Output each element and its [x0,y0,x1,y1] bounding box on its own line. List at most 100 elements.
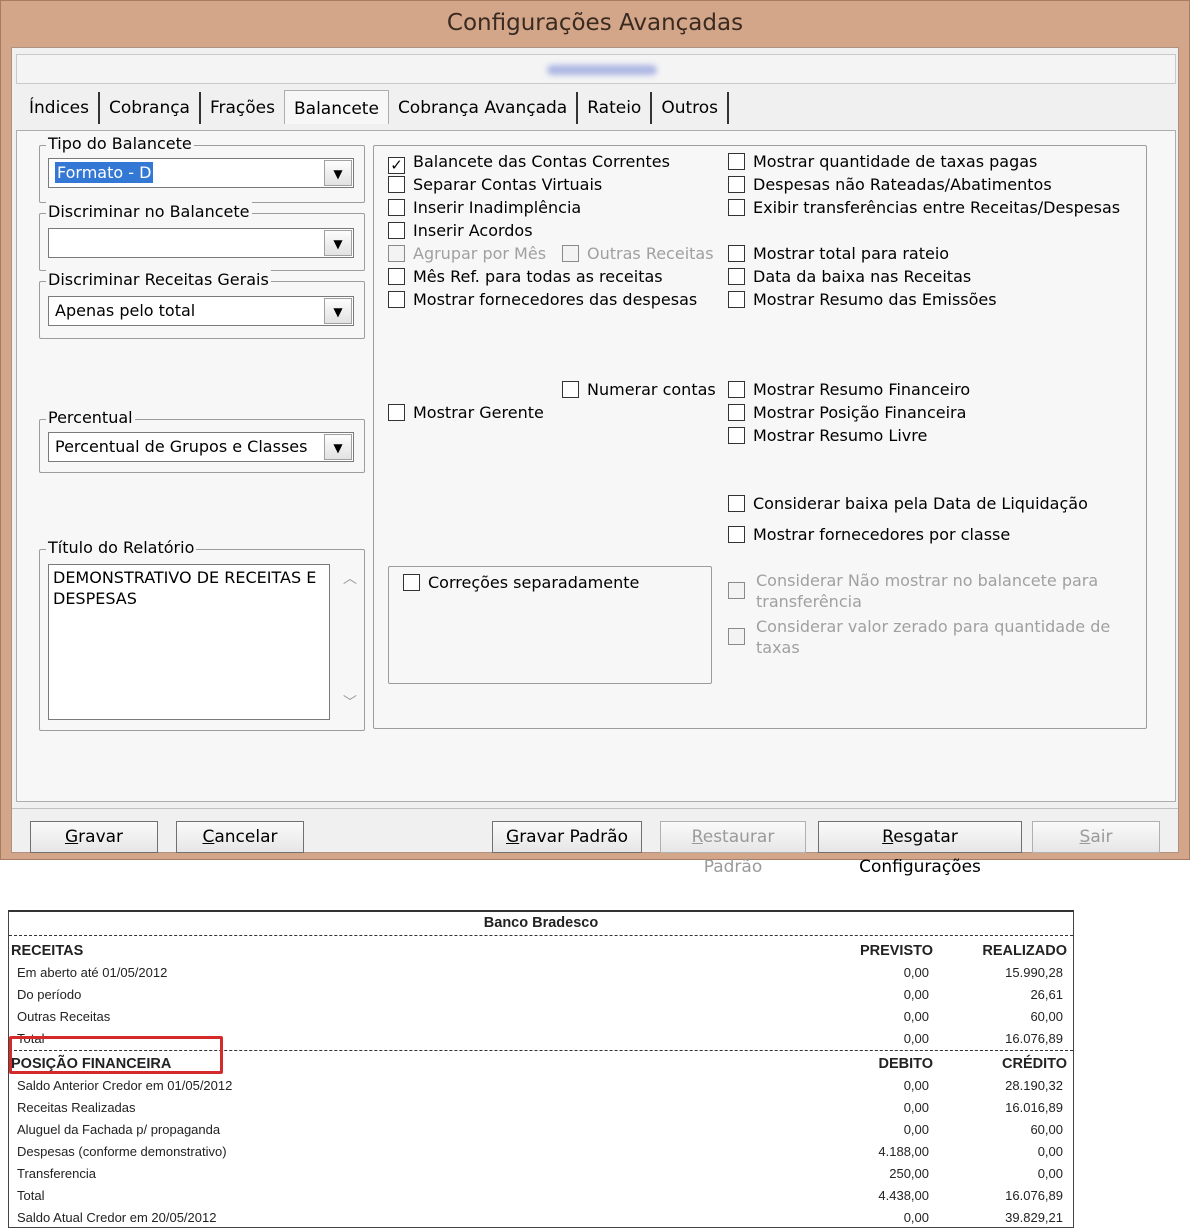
nao-mostrar-transferencia-checkbox: Considerar Não mostrar no balancete para… [728,570,1116,612]
chevron-down-icon[interactable]: ▼ [324,160,352,186]
row-value-1: 0,00 [903,1078,929,1093]
titulo-relatorio-legend: Título do Relatório [46,538,197,558]
scroll-down-icon[interactable]: ﹀ [338,692,362,712]
baixa-liquidacao-checkbox[interactable]: Considerar baixa pela Data de Liquidação [728,493,1088,515]
row-value-2: 39.829,21 [1005,1210,1063,1225]
row-label: Saldo Atual Credor em 20/05/2012 [17,1210,217,1225]
row-value-1: 0,00 [903,1122,929,1137]
row-value-1: 0,00 [903,1210,929,1225]
report-row: Despesas (conforme demonstrativo) 4.188,0… [9,1142,1073,1164]
realizado-header: REALIZADO [982,943,1067,959]
tab-indices[interactable]: Índices [20,92,100,124]
fornecedores-despesas-checkbox[interactable]: Mostrar fornecedores das despesas [388,289,697,311]
row-label: Aluguel da Fachada p/ propaganda [17,1122,221,1137]
report-row: Em aberto até 01/05/2012 0,00 15.990,28 [9,963,1073,985]
separar-contas-checkbox[interactable]: Separar Contas Virtuais [388,174,602,196]
inserir-acordos-checkbox[interactable]: Inserir Acordos [388,220,533,242]
despesas-nao-rateadas-checkbox[interactable]: Despesas não Rateadas/Abatimentos [728,174,1052,196]
agrupar-mes-checkbox: Agrupar por Mês [388,243,546,265]
scroll-up-icon[interactable]: ︿ [338,568,362,588]
row-value-1: 0,00 [903,1031,929,1046]
report-row: Transferencia 250,00 0,00 [9,1164,1073,1186]
chevron-down-icon[interactable]: ▼ [324,230,352,256]
exibir-transferencias-checkbox[interactable]: Exibir transferências entre Receitas/Des… [728,197,1120,219]
report-row: Receitas Realizadas 0,00 16.016,89 [9,1098,1073,1120]
tipo-balancete-value: Formato - D [55,162,154,183]
posicao-financeira-checkbox[interactable]: Mostrar Posição Financeira [728,402,966,424]
row-label: Saldo Anterior Credor em 01/05/2012 [17,1078,233,1093]
gravar-padrao-button[interactable]: Gravar Padrão [492,821,642,853]
chevron-down-icon[interactable]: ▼ [324,298,352,324]
receitas-gerais-select[interactable]: Apenas pelo total ▼ [48,296,354,326]
fornecedores-classe-checkbox[interactable]: Mostrar fornecedores por classe [728,524,1010,546]
data-baixa-checkbox[interactable]: Data da baixa nas Receitas [728,266,971,288]
debito-header: DEBITO [878,1056,933,1072]
row-value-1: 0,00 [903,965,929,980]
row-label: Total [17,1188,45,1203]
discriminar-group: Discriminar no Balancete ▼ [39,202,365,271]
percentual-group: Percentual Percentual de Grupos e Classe… [39,408,365,473]
row-label: Receitas Realizadas [17,1100,136,1115]
row-value-1: 4.188,00 [878,1144,929,1159]
sair-button: Sair [1032,821,1160,853]
chevron-down-icon[interactable]: ▼ [324,434,352,460]
row-value-1: 0,00 [903,987,929,1002]
resumo-livre-checkbox[interactable]: Mostrar Resumo Livre [728,425,927,447]
row-label: Em aberto até 01/05/2012 [17,965,168,980]
row-value-2: 26,61 [1030,987,1063,1002]
resumo-emissoes-checkbox[interactable]: Mostrar Resumo das Emissões [728,289,997,311]
row-value-2: 16.076,89 [1005,1031,1063,1046]
titulo-relatorio-group: Título do Relatório DEMONSTRATIVO DE REC… [39,538,365,731]
condominium-name-bar [16,54,1176,84]
qtd-taxas-checkbox[interactable]: Mostrar quantidade de taxas pagas [728,151,1037,173]
balancete-panel: Tipo do Balancete Formato - D ▼ Discrimi… [16,130,1176,802]
resumo-financeiro-checkbox[interactable]: Mostrar Resumo Financeiro [728,379,970,401]
discriminar-select[interactable]: ▼ [48,228,354,258]
options-box: ✓ Balancete das Contas Correntes Separar … [373,145,1147,729]
report-row: Saldo Atual Credor em 20/05/2012 0,00 39.8… [9,1208,1073,1230]
row-value-2: 0,00 [1037,1166,1063,1181]
inserir-inadimplencia-checkbox[interactable]: Inserir Inadimplência [388,197,581,219]
restaurar-padrao-button: Restaurar Padrão [660,821,806,877]
mes-ref-checkbox[interactable]: Mês Ref. para todas as receitas [388,266,663,288]
valor-zerado-checkbox: Considerar valor zerado para quantidade … [728,616,1116,658]
row-value-1: 0,00 [903,1009,929,1024]
tab-fracoes[interactable]: Frações [201,92,284,124]
numerar-contas-checkbox[interactable]: Numerar contas [562,379,716,401]
tab-outros[interactable]: Outros [652,92,730,124]
correcoes-checkbox[interactable]: Correções separadamente [403,572,639,594]
checkbox-checked[interactable]: ✓ [388,157,405,174]
report-row: Do período 0,00 26,61 [9,985,1073,1007]
window-title: Configurações Avançadas [446,10,744,36]
row-value-1: 4.438,00 [878,1188,929,1203]
balancete-contas-checkbox[interactable]: ✓ Balancete das Contas Correntes [388,151,670,174]
highlight-box [9,1036,223,1074]
textarea-scrollbar[interactable]: ︿ ﹀ [338,568,362,712]
receitas-gerais-legend: Discriminar Receitas Gerais [46,270,271,290]
credito-header: CRÉDITO [1002,1056,1067,1072]
balancete-report: Banco Bradesco RECEITAS PREVISTO REALIZA… [8,910,1074,1228]
gravar-button[interactable]: Gravar [30,821,158,853]
row-label: Outras Receitas [17,1009,111,1024]
receitas-gerais-group: Discriminar Receitas Gerais Apenas pelo … [39,270,365,339]
titulo-relatorio-textarea[interactable]: DEMONSTRATIVO DE RECEITAS E DESPESAS [48,564,330,720]
row-label: Transferencia [17,1166,96,1181]
report-row: Aluguel da Fachada p/ propaganda 0,00 60,0… [9,1120,1073,1142]
tab-balancete[interactable]: Balancete [284,90,389,124]
mostrar-gerente-checkbox[interactable]: Mostrar Gerente [388,402,544,424]
tab-rateio[interactable]: Rateio [578,92,653,124]
percentual-select[interactable]: Percentual de Grupos e Classes ▼ [48,432,354,462]
report-row: Total 4.438,00 16.076,89 [9,1186,1073,1208]
tab-cobranca[interactable]: Cobrança [100,92,201,124]
resgatar-configuracoes-button[interactable]: Resgatar Configurações [818,821,1022,877]
dialog-client-area: Índices Cobrança Frações Balancete Cobra… [11,47,1179,877]
total-rateio-checkbox[interactable]: Mostrar total para rateio [728,243,949,265]
tab-cobranca-avancada[interactable]: Cobrança Avançada [389,92,579,124]
correcoes-box: Correções separadamente [388,566,712,684]
cancelar-button[interactable]: Cancelar [176,821,304,853]
row-value-2: 0,00 [1037,1144,1063,1159]
row-value-2: 28.190,32 [1005,1078,1063,1093]
tipo-balancete-select[interactable]: Formato - D ▼ [48,158,354,188]
row-label: Do período [17,987,82,1002]
report-row: Outras Receitas 0,00 60,00 [9,1007,1073,1029]
